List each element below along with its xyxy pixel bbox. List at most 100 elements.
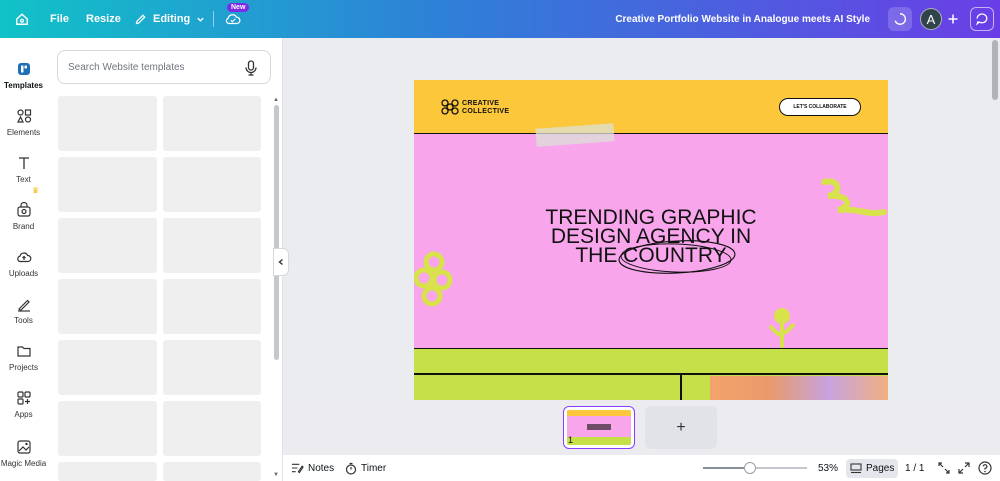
comments-button[interactable] [970, 7, 994, 31]
rail-item-label: Magic Media [0, 458, 47, 468]
rail-item-tools[interactable]: Tools [0, 287, 47, 333]
template-tile[interactable] [58, 279, 157, 334]
projects-icon [16, 345, 31, 357]
add-collaborator-button[interactable] [941, 7, 965, 31]
rail-item-uploads[interactable]: Uploads [0, 240, 47, 286]
template-tile[interactable] [163, 340, 261, 395]
zoom-slider-handle[interactable] [743, 462, 756, 474]
home-button[interactable] [10, 7, 34, 31]
scroll-up-icon[interactable]: ▲ [273, 97, 279, 103]
design-header: CREATIVE COLLECTIVE LET'S COLLABORATE [414, 80, 888, 134]
side-rail: Templates Elements Text ♛ Brand Uploads … [0, 38, 47, 481]
pages-label: Pages [866, 463, 895, 474]
flower-logo-icon [441, 99, 459, 115]
template-tile[interactable] [163, 279, 261, 334]
tools-icon [17, 299, 30, 312]
loading-button[interactable] [888, 7, 912, 31]
squiggle-doodle [821, 178, 887, 217]
templates-icon [17, 62, 30, 75]
rail-item-label: Templates [4, 80, 43, 90]
grid-view-button[interactable] [938, 455, 950, 481]
template-tile[interactable] [163, 401, 261, 456]
logo-line1: CREATIVE [462, 100, 500, 107]
template-tile[interactable] [58, 340, 157, 395]
pages-icon [850, 463, 862, 474]
logo-text: CREATIVE COLLECTIVE [462, 100, 509, 116]
scroll-down-icon[interactable]: ▼ [273, 472, 279, 478]
search-input[interactable] [68, 61, 238, 73]
spinner-icon [894, 13, 907, 25]
rail-item-label: Apps [14, 409, 33, 419]
collapse-panel-button[interactable] [273, 248, 289, 276]
resize-button[interactable]: Resize [86, 0, 121, 38]
collage-image [710, 376, 888, 400]
rail-item-label: Uploads [8, 268, 39, 278]
rail-item-brand[interactable]: ♛ Brand [0, 186, 47, 239]
chevron-left-icon [278, 258, 283, 266]
page-thumbnail[interactable]: 1 [563, 406, 635, 449]
template-tile[interactable] [163, 157, 261, 212]
rail-item-label: Elements [6, 127, 41, 137]
notes-label: Notes [308, 462, 335, 474]
sprout-doodle [768, 308, 796, 348]
home-icon [16, 13, 28, 25]
cloud-check-icon [225, 14, 241, 25]
template-tile[interactable] [58, 462, 157, 481]
template-tile[interactable] [58, 96, 157, 151]
editing-label: Editing [153, 13, 191, 25]
apps-icon [16, 390, 31, 405]
elements-icon [16, 108, 31, 123]
comment-icon [975, 13, 988, 26]
microphone-icon[interactable] [244, 60, 258, 76]
rail-item-apps[interactable]: Apps [0, 381, 47, 427]
rail-item-templates[interactable]: Templates [0, 52, 47, 98]
template-tile[interactable] [58, 401, 157, 456]
new-badge: New [227, 3, 250, 12]
help-button[interactable] [978, 455, 992, 481]
rail-item-projects[interactable]: Projects [0, 334, 47, 380]
template-tile[interactable] [58, 218, 157, 273]
zoom-level[interactable]: 53% [818, 455, 838, 481]
logo-line2: COLLECTIVE [462, 108, 510, 115]
page-strip [283, 400, 1000, 455]
rail-item-label: Text [16, 174, 31, 184]
circle-scribble [618, 240, 736, 274]
page-number: 1 [568, 435, 574, 445]
thumbnail-preview [567, 410, 631, 445]
panel-scrollbar[interactable] [274, 105, 279, 360]
template-tile[interactable] [163, 218, 261, 273]
collaborate-button[interactable]: LET'S COLLABORATE [779, 98, 861, 116]
document-title[interactable]: Creative Portfolio Website in Analogue m… [615, 0, 870, 38]
expand-view-icon [938, 462, 950, 474]
canvas-scrollbar[interactable] [992, 40, 998, 100]
notes-button[interactable]: Notes [291, 455, 334, 481]
editing-mode-button[interactable]: Editing [134, 0, 205, 38]
add-page-button[interactable]: + [645, 406, 717, 449]
avatar[interactable]: A [920, 8, 942, 30]
rail-item-label: Tools [14, 315, 33, 325]
rail-item-text[interactable]: Text [0, 146, 47, 192]
plus-icon: + [676, 418, 686, 436]
chevron-down-icon [197, 17, 204, 22]
file-menu[interactable]: File [50, 0, 69, 38]
fullscreen-button[interactable] [958, 455, 970, 481]
plus-icon [948, 14, 958, 24]
template-tile[interactable] [163, 462, 261, 481]
design-page[interactable]: CREATIVE COLLECTIVE LET'S COLLABORATE TR… [414, 80, 888, 400]
top-bar: File Resize Editing New Creative Portfol… [0, 0, 1000, 38]
pages-button[interactable]: Pages [846, 459, 898, 478]
rail-item-magic-media[interactable]: Magic Media [0, 430, 47, 476]
band-divider [680, 374, 682, 400]
template-tile[interactable] [58, 157, 157, 212]
band-line [414, 373, 888, 375]
rail-item-label: Brand [12, 221, 35, 231]
page-count: 1 / 1 [905, 462, 925, 474]
rail-item-elements[interactable]: Elements [0, 99, 47, 145]
brand-icon [16, 201, 31, 217]
notes-icon [291, 463, 304, 474]
rail-item-label: Projects [9, 362, 38, 372]
magic-media-icon [16, 439, 31, 454]
template-tile[interactable] [163, 96, 261, 151]
text-icon [18, 156, 29, 169]
timer-button[interactable]: Timer [345, 455, 386, 481]
